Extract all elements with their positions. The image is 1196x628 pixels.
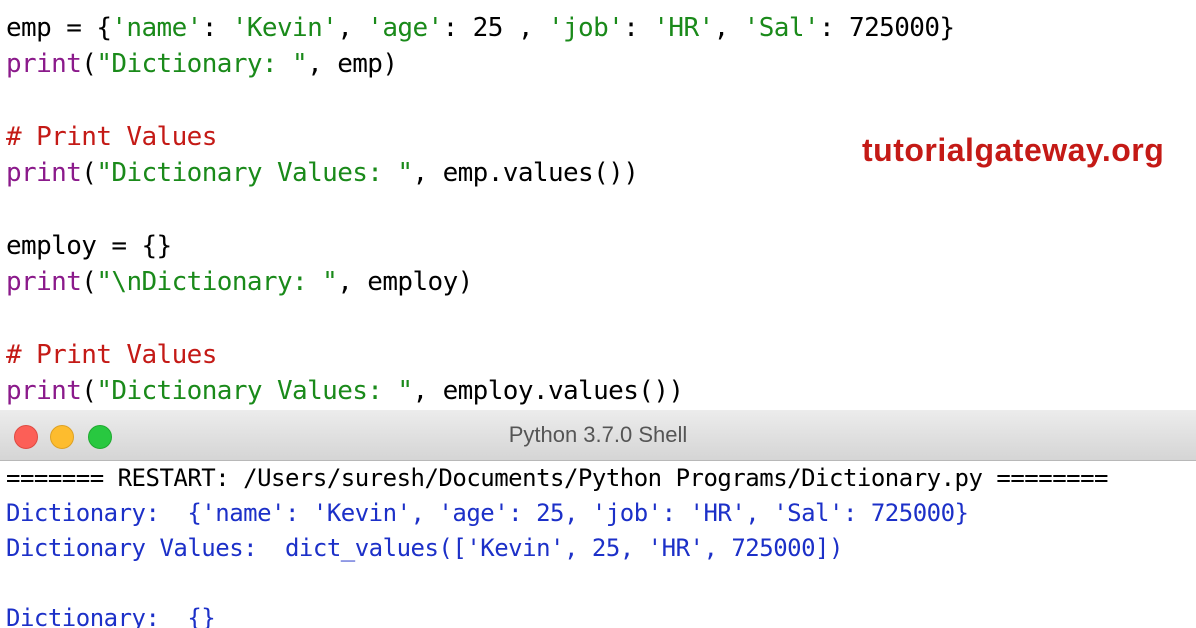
code-line: # Print Values xyxy=(6,337,217,373)
code-token: # Print Values xyxy=(6,339,217,370)
shell-output-line: Dictionary: {} xyxy=(6,604,216,628)
code-token: 'age' xyxy=(367,13,443,43)
code-token: , emp) xyxy=(307,49,398,80)
code-token: print xyxy=(6,49,82,80)
code-token: ( xyxy=(81,267,97,298)
shell-title: Python 3.7.0 Shell xyxy=(508,422,688,447)
code-token: 'job' xyxy=(547,13,624,43)
code-token: ( xyxy=(81,49,97,80)
code-token: 'Kevin' xyxy=(231,13,338,43)
code-token: "Dictionary: " xyxy=(96,49,308,80)
code-token: : xyxy=(623,13,654,43)
code-token: , emp.values()) xyxy=(412,158,639,189)
code-line: print("Dictionary Values: ", emp.values(… xyxy=(6,155,639,191)
code-token: "\nDictionary: " xyxy=(96,267,338,298)
code-token: : 725000} xyxy=(818,13,955,43)
code-token: # Print Values xyxy=(6,121,217,152)
code-token: , employ.values()) xyxy=(412,376,684,406)
shell-restart-line: ======= RESTART: /Users/suresh/Documents… xyxy=(6,464,1109,492)
code-token: 'Sal' xyxy=(743,13,820,43)
code-token: print xyxy=(6,158,82,189)
code-token: print xyxy=(6,376,82,406)
code-token: : 25 , xyxy=(442,13,548,43)
code-token: , xyxy=(337,13,368,43)
code-token: 'name' xyxy=(111,13,202,43)
python-shell-window: Python 3.7.0 Shell ======= RESTART: /Use… xyxy=(0,410,1196,628)
code-token: ( xyxy=(81,376,97,406)
shell-titlebar[interactable]: Python 3.7.0 Shell xyxy=(0,410,1196,461)
code-line: print("Dictionary: ", emp) xyxy=(6,46,398,82)
code-line: employ = {} xyxy=(6,228,172,264)
code-token: employ = {} xyxy=(6,230,172,261)
watermark: tutorialgateway.org xyxy=(862,132,1165,168)
code-token: , xyxy=(713,13,744,43)
code-editor[interactable]: emp = {'name': 'Kevin', 'age': 25 , 'job… xyxy=(0,0,1196,410)
shell-output[interactable]: ======= RESTART: /Users/suresh/Documents… xyxy=(0,461,1196,628)
code-token: : xyxy=(201,13,232,43)
shell-output-line: Dictionary Values: dict_values(['Kevin',… xyxy=(6,534,843,562)
shell-output-line: Dictionary: {'name': 'Kevin', 'age': 25,… xyxy=(6,499,969,527)
code-line: emp = {'name': 'Kevin', 'age': 25 , 'job… xyxy=(6,10,955,46)
code-token: "Dictionary Values: " xyxy=(96,158,413,189)
code-token: emp = { xyxy=(6,13,112,43)
code-token: "Dictionary Values: " xyxy=(96,376,413,406)
code-line: # Print Values xyxy=(6,119,217,155)
code-line: print("Dictionary Values: ", employ.valu… xyxy=(6,373,684,409)
code-token: ( xyxy=(81,158,97,189)
code-token: print xyxy=(6,267,82,298)
code-token: , employ) xyxy=(337,267,473,298)
code-token: 'HR' xyxy=(653,13,714,43)
code-line: print("\nDictionary: ", employ) xyxy=(6,264,473,300)
